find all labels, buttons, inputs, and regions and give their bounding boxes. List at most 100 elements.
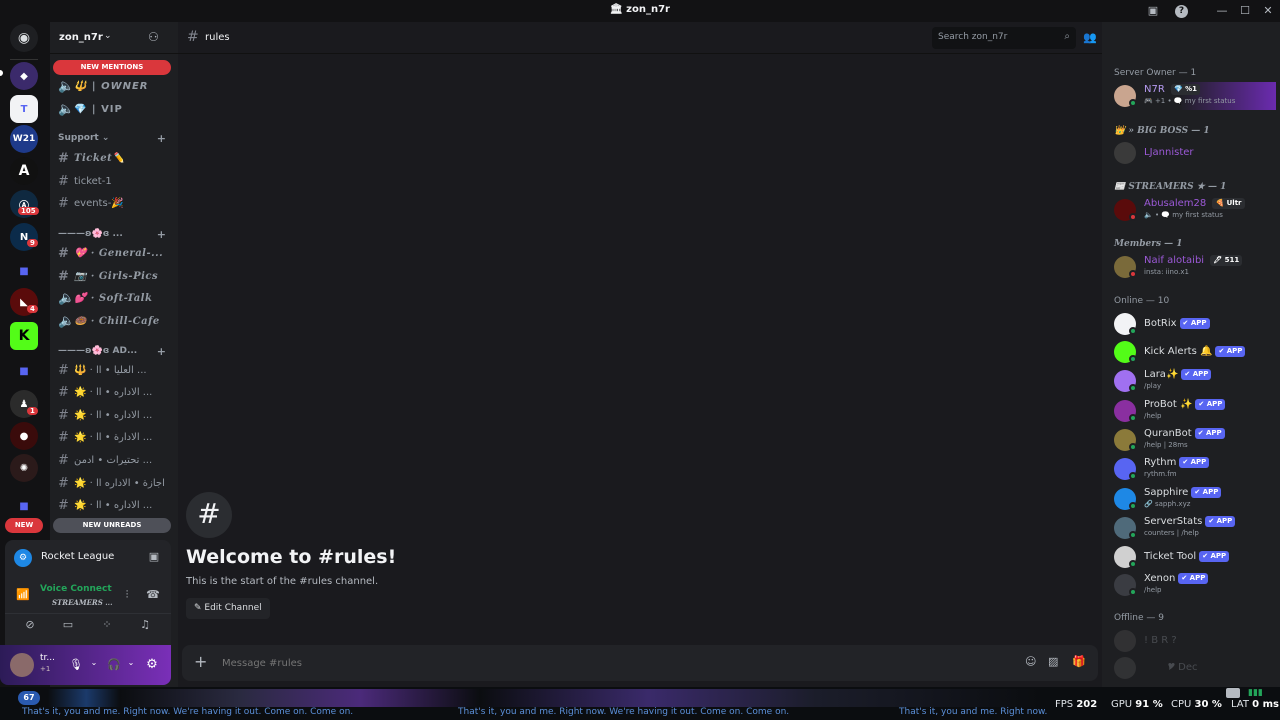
member-tag: 🍕 Ultr [1212,198,1245,209]
offline-member-row[interactable]: 🎔 Dec [1114,654,1274,682]
server-header[interactable]: zon_n7r ⌄ ⚇ [50,22,178,54]
soundboard-icon[interactable]: ♫ [135,618,155,634]
hash-icon: # [58,268,70,284]
hash-icon: # [187,29,199,45]
category-support[interactable]: Support ⌄ + [58,132,170,145]
speaker-icon: 🔈 [58,101,75,117]
gift-icon[interactable]: 🎁 [1072,655,1086,668]
text-channel-admin-5[interactable]: # تحتيرات • ادمن ... [58,450,170,470]
text-channel-admin-6[interactable]: # 🌟 · اجازة • الاداره اا [58,473,170,493]
channel-hash-icon: # [186,492,232,538]
text-channel-admin-4[interactable]: # 🌟 · الادارة • اا ... [58,427,170,447]
username[interactable]: tr... [40,653,55,663]
discord-home-icon[interactable]: ◉ [10,24,38,52]
app-row-ticket-tool[interactable]: Ticket Tool ✔ APP [1114,543,1274,571]
text-channel-girls-pics[interactable]: # 📷 · Girls-Pics [58,266,170,286]
add-channel-icon[interactable]: + [157,228,166,241]
app-row-sapphire[interactable]: Sapphire ✔ APP 🔗 sapph.xyz [1114,485,1274,513]
member-row-owner[interactable]: N7R 💎 %1 🎮 +1 • 🗨️ my first status [1114,82,1276,110]
add-channel-icon[interactable]: + [157,132,166,145]
add-member-icon[interactable]: ⚇ [148,30,159,44]
game-bar-strip [480,689,1040,707]
disconnect-icon[interactable]: ☎ [143,588,163,604]
text-channel-admin-7[interactable]: # 🌟 · الاداره • اا ... [58,495,170,515]
online-status-icon [1129,502,1137,510]
chevron-down-icon[interactable]: ⌄ [84,658,104,674]
voice-status[interactable]: Voice Connecte [40,584,112,594]
chat-icon[interactable] [1226,688,1240,698]
folder-icon[interactable]: ■ [10,257,38,285]
noise-suppression-icon[interactable]: ⫶ [117,588,137,604]
attach-plus-icon[interactable]: + [194,652,207,671]
message-input[interactable] [222,654,1002,672]
text-channel-admin-3[interactable]: # 🌟 · الاداره • اا ... [58,405,170,425]
text-channel-general[interactable]: # 💖 · General-... [58,243,170,263]
settings-gear-icon[interactable]: ⚙ [142,657,162,673]
member-row-boss[interactable]: LJannister [1114,139,1274,167]
mention-badge: 105 [18,207,39,215]
server-icon-avatar[interactable]: ● [10,422,38,450]
category-2[interactable]: ———ʚ🌸ɞ ... + [58,228,170,241]
text-channel-ticket[interactable]: # Ticket✏️ [58,148,170,168]
new-mentions-button[interactable]: NEW MENTIONS [53,60,171,75]
help-icon[interactable]: ? [1175,5,1188,18]
member-name: Naif alotaibi 🖊 511 [1144,255,1243,266]
app-row-lara[interactable]: Lara✨ ✔ APP/play [1114,367,1274,395]
text-channel-ticket-1[interactable]: # ticket-1 [58,171,170,191]
new-badge[interactable]: NEW [5,518,43,533]
server-icon-t[interactable]: T [10,95,38,123]
app-row-kick-alerts[interactable]: Kick Alerts 🔔 ✔ APP [1114,338,1274,366]
app-row-rythm[interactable]: Rythm ✔ APP rythm.fm [1114,455,1274,483]
close-button[interactable]: ✕ [1260,3,1276,19]
voice-channel-name[interactable]: STREAMERS ... [52,598,113,607]
new-unreads-button[interactable]: NEW UNREADS [53,518,171,533]
kick-server-icon[interactable]: K [10,322,38,350]
activities-icon[interactable]: ⁘ [97,618,117,634]
member-list: Server Owner — 1 N7R 💎 %1 🎮 +1 • 🗨️ my f… [1102,22,1280,687]
text-channel-events[interactable]: # events-🎉 [58,193,170,213]
member-list-icon[interactable]: 👥 [1082,31,1098,47]
text-channel-admin-1[interactable]: # 🔱 · العليا • اا ... [58,360,170,380]
edit-channel-button[interactable]: ✎ Edit Channel [186,598,270,619]
app-row-botrix[interactable]: BotRix ✔ APP [1114,310,1274,338]
server-icon-seal[interactable]: ✺ [10,454,38,482]
role-header: Members — 1 [1114,239,1183,249]
voice-channel-soft-talk[interactable]: 🔈 💕 · Soft-Talk [58,288,170,308]
member-row-streamer[interactable]: Abusalem28 🍕 Ultr 🔈 • 🗨️ my first status [1114,196,1274,224]
mention-badge: 1 [27,407,38,415]
microphone-icon[interactable]: 🎙 [66,658,86,674]
server-icon-a[interactable]: A [10,157,38,185]
app-row-serverstats[interactable]: ServerStats ✔ APP counters | /help [1114,514,1274,542]
maximize-button[interactable]: ☐ [1237,3,1253,19]
offline-member-row[interactable]: ! B R ? [1114,627,1274,655]
app-row-probot[interactable]: ProBot ✨ ✔ APP/help [1114,397,1274,425]
online-status-icon [1129,560,1137,568]
folder-icon[interactable]: ■ [10,357,38,385]
channel-label: 🔱 · العليا • اا ... [74,364,147,376]
camera-off-icon[interactable]: ⊘ [20,618,40,634]
folder-icon[interactable]: ■ [10,492,38,520]
inbox-icon[interactable]: ▣ [1145,3,1161,19]
equalizer-icon[interactable]: ▮▮▮ [1248,688,1263,698]
app-row-quranbot[interactable]: QuranBot ✔ APP/help | 28ms [1114,426,1274,454]
text-channel-admin-2[interactable]: # 🌟 · الاداره • اا ... [58,382,170,402]
screen-share-icon[interactable]: ▭ [58,618,78,634]
chevron-down-icon[interactable]: ⌄ [121,658,141,674]
search-bar[interactable]: Search zon_n7r ⌕ [932,27,1076,49]
sticker-icon[interactable]: ▨ [1048,655,1058,668]
channel-label: 🔱 | OWNER [74,80,149,92]
stream-icon[interactable]: ▣ [144,550,164,566]
server-icon-purple[interactable]: ◆ [10,62,38,90]
minimize-button[interactable]: — [1214,3,1230,19]
add-channel-icon[interactable]: + [157,345,166,358]
app-row-xenon[interactable]: Xenon ✔ APP/help [1114,571,1274,599]
voice-channel-owner[interactable]: 🔈 🔱 | OWNER [58,76,170,96]
voice-channel-vip[interactable]: 🔈 💎 | VIP [58,99,170,119]
category-3[interactable]: ———ʚ🌸ɞ AD... + [58,345,170,358]
app-name: ProBot ✨ ✔ APP [1144,399,1226,410]
voice-channel-chill-cafe[interactable]: 🔈 🍩 · Chill-Cafe [58,311,170,331]
emoji-icon[interactable]: ☺ [1025,655,1036,668]
member-row-member[interactable]: Naif alotaibi 🖊 511 insta: iino.x1 [1114,253,1274,281]
avatar[interactable] [10,653,34,677]
server-icon-w21[interactable]: W21 [10,125,38,153]
